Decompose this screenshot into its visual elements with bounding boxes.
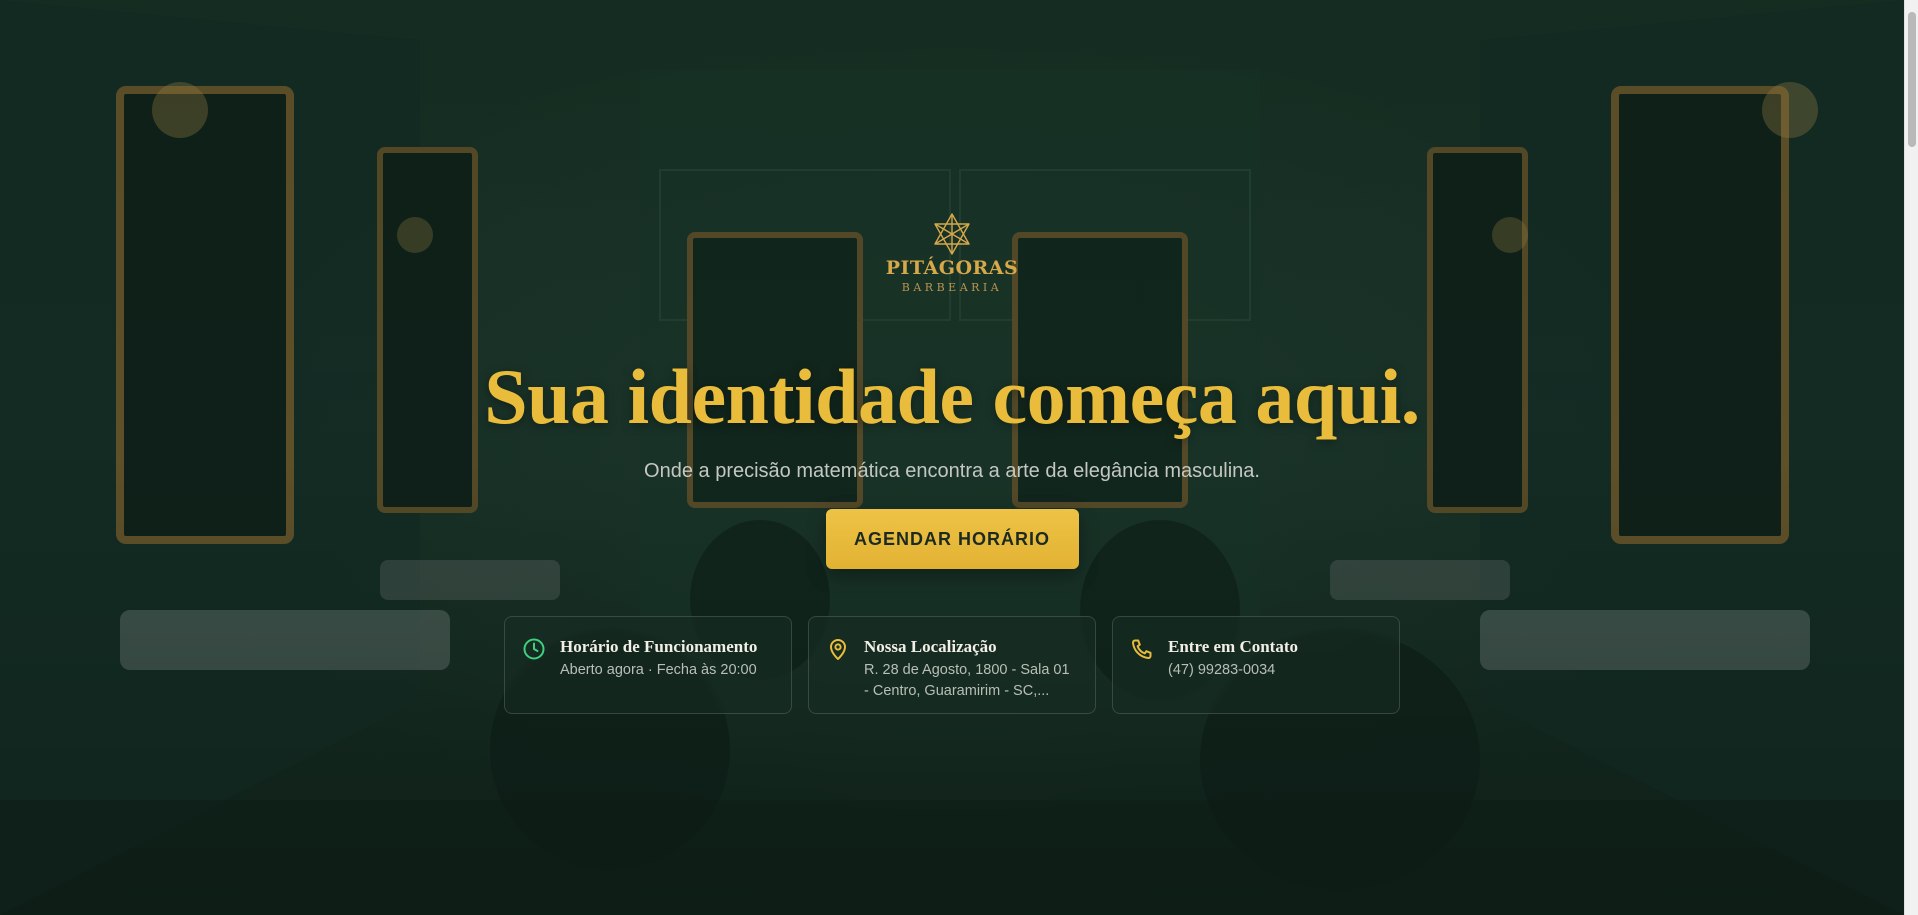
brand-logo[interactable]: PITÁGORAS BARBEARIA [886, 212, 1019, 294]
page-scrollbar[interactable] [1904, 0, 1918, 915]
info-card-location[interactable]: Nossa Localização R. 28 de Agosto, 1800 … [808, 616, 1096, 714]
info-card-text: (47) 99283-0034 [1168, 662, 1276, 679]
info-card-hours[interactable]: Horário de Funcionamento Aberto agora · … [504, 616, 792, 714]
hero-section: PITÁGORAS BARBEARIA Sua identidade começ… [0, 0, 1904, 915]
info-card-title: Entre em Contato [1168, 637, 1298, 656]
info-card-contact-content: Entre em Contato (47) 99283-0034 [1168, 637, 1298, 681]
clock-icon [523, 638, 545, 660]
info-card-location-content: Nossa Localização R. 28 de Agosto, 1800 … [864, 637, 1077, 701]
info-card-hours-content: Horário de Funcionamento Aberto agora · … [560, 637, 757, 681]
info-card-text: Aberto agora · Fecha às 20:00 [560, 662, 757, 679]
scrollbar-thumb[interactable] [1908, 12, 1916, 147]
phone-icon [1132, 639, 1152, 659]
info-cards: Horário de Funcionamento Aberto agora · … [504, 616, 1400, 714]
map-pin-icon [830, 639, 846, 660]
hero-headline: Sua identidade começa aqui. [484, 353, 1420, 440]
hero-subheadline: Onde a precisão matemática encontra a ar… [644, 460, 1260, 482]
star-tetrahedron-icon [934, 213, 970, 255]
brand-tagline: BARBEARIA [901, 281, 1003, 294]
info-card-title: Nossa Localização [864, 637, 997, 656]
info-card-contact[interactable]: Entre em Contato (47) 99283-0034 [1112, 616, 1400, 714]
schedule-appointment-button[interactable]: AGENDAR HORÁRIO [825, 509, 1079, 569]
info-card-text: R. 28 de Agosto, 1800 - Sala 01 - Centro… [864, 662, 1070, 699]
brand-name: PITÁGORAS [885, 257, 1019, 279]
info-card-title: Horário de Funcionamento [560, 637, 758, 656]
